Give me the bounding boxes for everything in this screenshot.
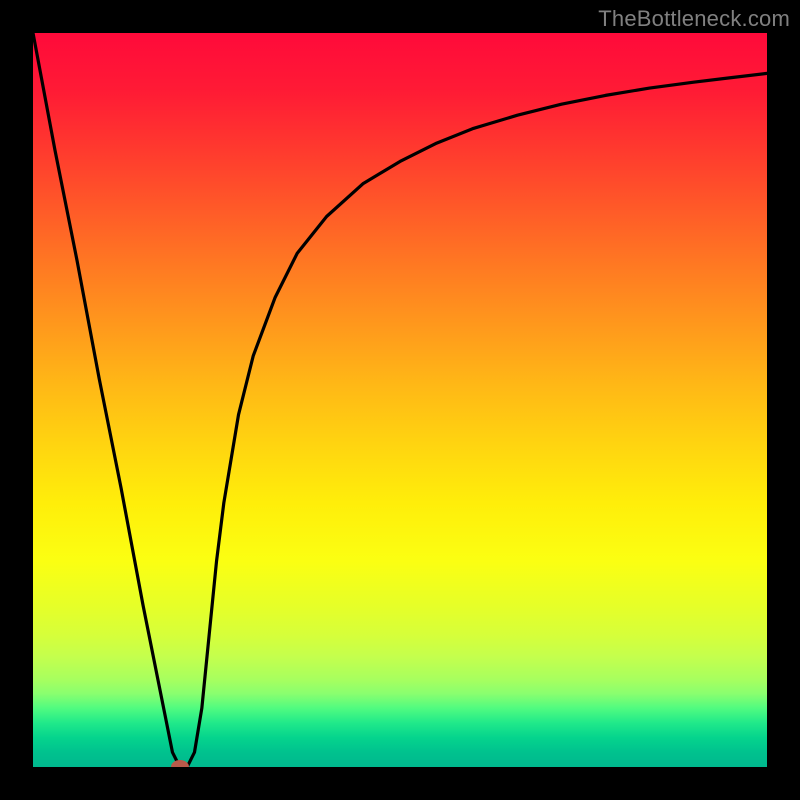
watermark-text: TheBottleneck.com [598,6,790,32]
trough-marker [171,760,189,767]
plot-area [33,33,767,767]
curve-svg [33,33,767,767]
curve-path [33,33,767,767]
chart-frame: TheBottleneck.com [0,0,800,800]
